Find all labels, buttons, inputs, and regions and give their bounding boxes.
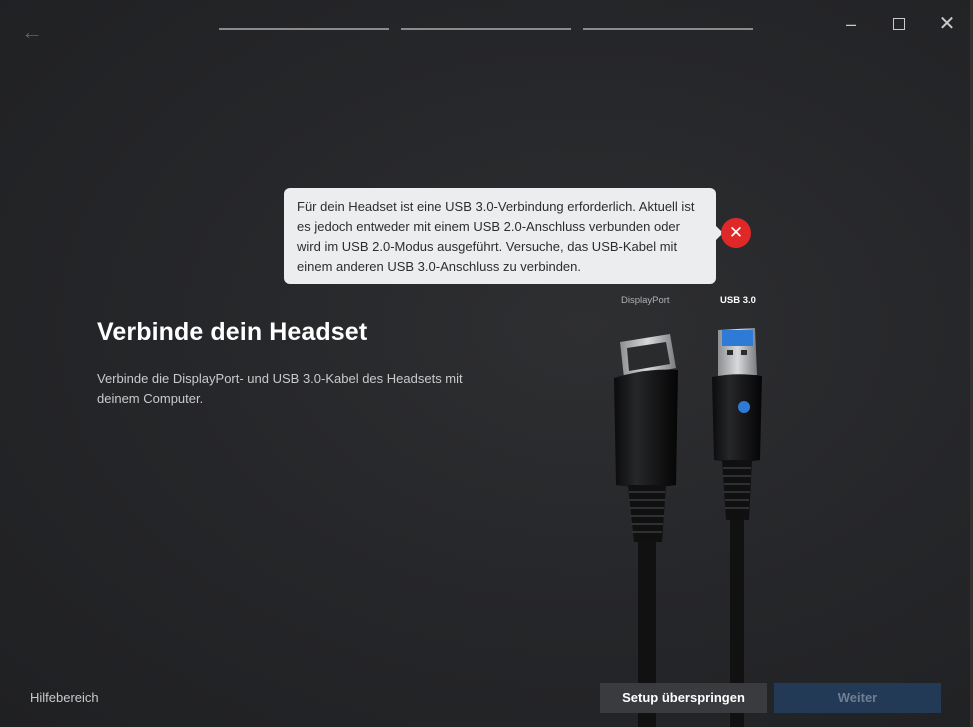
usb-error-tooltip: Für dein Headset ist eine USB 3.0-Verbin… (284, 188, 723, 284)
progress-step-2 (401, 28, 571, 30)
maximize-icon (893, 17, 905, 30)
next-button[interactable]: Weiter (774, 683, 941, 713)
error-icon[interactable]: ✕ (721, 218, 751, 248)
skip-setup-button[interactable]: Setup überspringen (600, 683, 767, 713)
displayport-body (614, 369, 678, 488)
setup-window: ← – ✕ Für dein Headset ist eine USB 3.0-… (0, 0, 973, 727)
usb-label: USB 3.0 (720, 295, 756, 306)
cables-illustration (614, 328, 762, 727)
displayport-strain-relief (628, 485, 666, 542)
displayport-cable (614, 334, 678, 727)
minimize-button[interactable]: – (839, 12, 863, 36)
displayport-label: DisplayPort (621, 295, 670, 306)
usb-indicator-dot (738, 401, 750, 413)
page-description: Verbinde die DisplayPort- und USB 3.0-Ka… (97, 371, 463, 406)
help-center-link[interactable]: Hilfebereich (30, 690, 99, 705)
back-arrow-icon[interactable]: ← (18, 20, 46, 44)
progress-step-1 (219, 28, 389, 30)
usb-body (712, 374, 762, 462)
usb-plug-insert (722, 330, 753, 346)
tooltip-text: Für dein Headset ist eine USB 3.0-Verbin… (297, 199, 695, 274)
close-window-button[interactable]: ✕ (935, 12, 959, 36)
progress-step-3 (583, 28, 753, 30)
usb-cable (712, 328, 762, 727)
maximize-button[interactable] (887, 12, 911, 36)
page-title: Verbinde dein Headset (97, 318, 368, 346)
